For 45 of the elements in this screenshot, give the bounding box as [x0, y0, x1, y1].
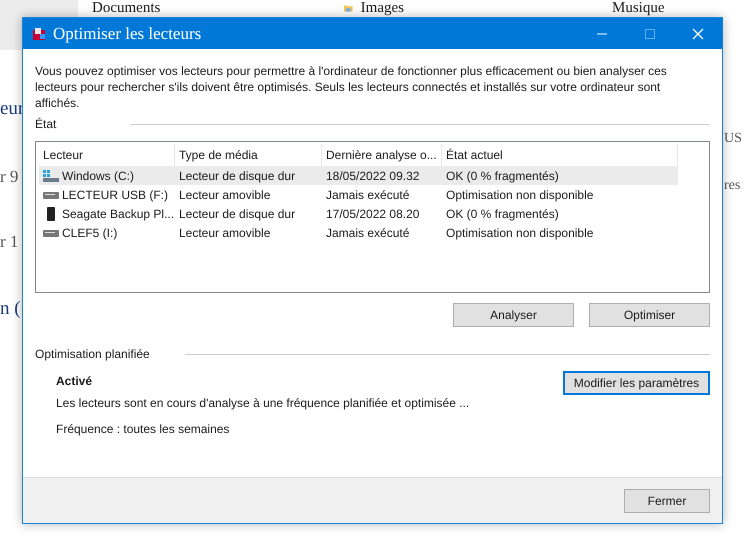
- table-cell-text: Lecteur de disque dur: [179, 168, 296, 184]
- table-cell-text: Lecteur amovible: [179, 186, 270, 204]
- close-button[interactable]: Fermer: [624, 488, 710, 512]
- window-title: Optimiser les lecteurs: [53, 22, 202, 45]
- action-button[interactable]: Analyser: [453, 303, 574, 327]
- folder-label[interactable]: Documents: [92, 0, 160, 16]
- background-text: US: [724, 130, 742, 148]
- table-cell-text: Lecteur amovible: [179, 224, 270, 242]
- folder-label[interactable]: Images: [360, 0, 404, 16]
- background-text: eur: [0, 97, 24, 121]
- drive-icon: [43, 190, 59, 200]
- table-cell-text: 18/05/2022 09.32: [326, 168, 420, 184]
- folder-label[interactable]: Musique: [612, 0, 664, 16]
- schedule-frequency: Fréquence : toutes les semaines: [56, 421, 230, 438]
- table-cell-text: OK (0 % fragmentés): [446, 168, 559, 184]
- drive-row[interactable]: Seagate Backup Pl... Lecteur de disque dur 17/05/2022 08.20 OK (0 % fragmentés): [39, 204, 678, 223]
- table-cell-text: CLEF5 (I:): [62, 224, 118, 242]
- drive-row[interactable]: Windows (C:) Lecteur de disque dur 18/05/2022 09.32 OK (0 % fragmentés): [39, 166, 678, 185]
- schedule-state: Activé: [56, 373, 94, 390]
- close-icon[interactable]: [692, 28, 704, 40]
- intro-text: Vous pouvez optimiser vos lecteurs pour permettre à l'ordinateur de fonctionner plus efficacement ou bien analyser ces lecteurs pour rechercher s'ils doivent être optimisés. Seuls les lecteurs connectés et installés sur votre ordinateur sont affichés.: [35, 63, 668, 111]
- table-cell-text: OK (0 % fragmentés): [446, 206, 559, 222]
- table-cell-text: Seagate Backup Pl...: [62, 206, 174, 222]
- group-label: Optimisation planifiée: [35, 346, 151, 363]
- background-text: res: [724, 177, 742, 195]
- table-cell-text: Jamais exécuté: [326, 224, 410, 242]
- table-cell-text: Windows (C:): [62, 168, 134, 184]
- drive-row[interactable]: LECTEUR USB (F:) Lecteur amovible Jamais exécuté Optimisation non disponible: [39, 185, 678, 204]
- background-text: r 9: [0, 166, 20, 188]
- table-cell-text: Optimisation non disponible: [446, 224, 594, 242]
- table-cell-text: Optimisation non disponible: [446, 186, 594, 204]
- drive-icon: [43, 170, 59, 182]
- group-label: État: [35, 116, 58, 133]
- defrag-icon: [32, 26, 46, 40]
- settings-button[interactable]: Modifier les paramètres: [563, 371, 710, 395]
- drive-icon: [43, 228, 59, 238]
- background-text: n (: [0, 296, 22, 320]
- action-button[interactable]: Optimiser: [589, 303, 710, 327]
- table-cell-text: LECTEUR USB (F:): [62, 186, 168, 204]
- drive-row[interactable]: CLEF5 (I:) Lecteur amovible Jamais exécuté Optimisation non disponible: [39, 223, 678, 242]
- background-text: r 1: [0, 231, 20, 253]
- table-cell-text: Lecteur de disque dur: [179, 206, 296, 222]
- table-cell-text: 17/05/2022 08.20: [326, 206, 420, 222]
- schedule-description: Les lecteurs sont en cours d'analyse à une fréquence planifiée et optimisée ...: [56, 395, 470, 412]
- table-cell-text: Jamais exécuté: [326, 186, 410, 204]
